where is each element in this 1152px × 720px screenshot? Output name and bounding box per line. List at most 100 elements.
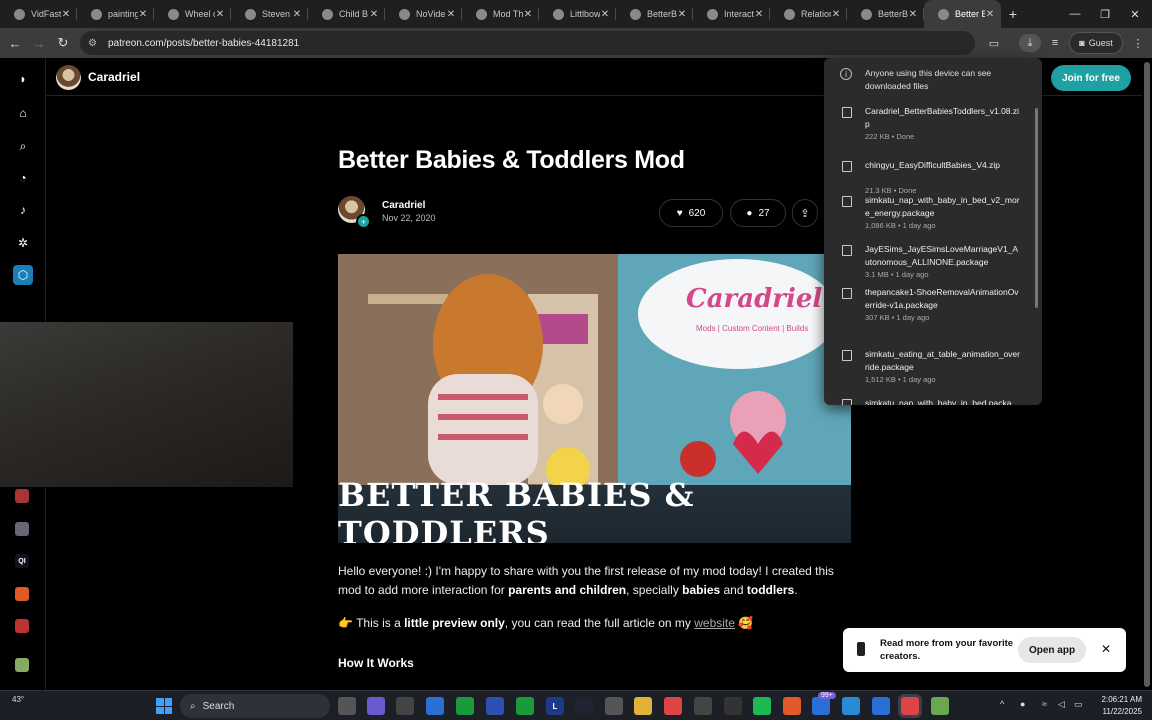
app-icon-c[interactable]	[486, 697, 504, 715]
tab-close-icon[interactable]: ✕	[61, 9, 71, 20]
task-view-icon[interactable]	[338, 697, 356, 715]
app-icon-f[interactable]	[724, 697, 742, 715]
tab-title: VidFast	[31, 9, 61, 19]
tab-close-icon[interactable]: ✕	[831, 9, 841, 20]
tab-9[interactable]: Interact ✕	[693, 0, 770, 28]
tab-11[interactable]: BetterB ✕	[847, 0, 924, 28]
steam-icon[interactable]	[575, 697, 593, 715]
tab-7[interactable]: Littlbow ✕	[539, 0, 616, 28]
comment-icon: ●	[746, 207, 753, 219]
weather-widget[interactable]: 43°	[12, 695, 24, 704]
tab-8[interactable]: BetterB ✕	[616, 0, 693, 28]
photos-icon[interactable]	[842, 697, 860, 715]
open-app-button[interactable]: Open app	[1018, 637, 1086, 663]
app-icon-6[interactable]	[15, 658, 29, 672]
close-icon[interactable]: ✕	[1098, 641, 1114, 657]
creator-avatar[interactable]	[56, 65, 81, 90]
mail-icon[interactable]	[812, 697, 830, 715]
follow-plus-icon[interactable]: +	[356, 214, 371, 229]
bell-icon[interactable]: ♪	[13, 200, 33, 220]
tab-close-icon[interactable]: ✕	[985, 9, 995, 20]
tab-5[interactable]: NoVide ✕	[385, 0, 462, 28]
media-icon[interactable]: ≡	[1045, 34, 1065, 52]
tab-12[interactable]: Better B ✕	[924, 0, 1001, 28]
close-window-button[interactable]: ✕	[1120, 0, 1150, 28]
clock[interactable]: 2:06:21 AM 11/22/2025	[1092, 694, 1142, 718]
page-scrollbar[interactable]	[1142, 58, 1152, 690]
tab-close-icon[interactable]: ✕	[292, 9, 302, 20]
tab-close-icon[interactable]: ✕	[754, 9, 764, 20]
menu-icon[interactable]: ⋮	[1128, 34, 1148, 52]
qi-app-icon[interactable]: QI	[15, 554, 29, 568]
chrome-icon-1[interactable]	[664, 697, 682, 715]
join-button[interactable]: Join for free	[1051, 65, 1131, 91]
settings-icon[interactable]: ✲	[13, 233, 33, 253]
tab-close-icon[interactable]: ✕	[138, 9, 148, 20]
app-icon-4[interactable]	[15, 587, 29, 601]
like-button[interactable]: ♥ 620	[659, 199, 723, 227]
cast-icon[interactable]: ▭	[984, 34, 1004, 52]
comment-button[interactable]: ● 27	[730, 199, 786, 227]
author-name[interactable]: Caradriel	[382, 200, 425, 211]
tab-close-icon[interactable]: ✕	[523, 9, 533, 20]
website-link[interactable]: website	[694, 616, 735, 630]
share-icon[interactable]: ⇪	[792, 199, 818, 227]
tab-0[interactable]: VidFast ✕	[0, 0, 77, 28]
app-icon-h[interactable]	[872, 697, 890, 715]
patreon-logo-icon[interactable]: ◗	[13, 69, 33, 89]
app-icon-2[interactable]	[15, 522, 29, 536]
volume-icon[interactable]: ◁	[1058, 699, 1065, 710]
chevron-up-icon[interactable]: ^	[1000, 699, 1004, 709]
tab-6[interactable]: Mod Th ✕	[462, 0, 539, 28]
downloads-scrollbar[interactable]	[1035, 108, 1038, 308]
address-bar[interactable]: ⚙ patreon.com/posts/better-babies-441812…	[80, 31, 975, 55]
tab-10[interactable]: Relation ✕	[770, 0, 847, 28]
search-icon[interactable]: ⌕	[13, 136, 33, 156]
folder-icon[interactable]	[634, 697, 652, 715]
new-tab-button[interactable]: +	[1001, 0, 1025, 28]
app-icon-5[interactable]	[15, 619, 29, 633]
download-icon[interactable]: ⤓	[1019, 34, 1041, 52]
app-icon-1[interactable]	[15, 489, 29, 503]
mic-icon[interactable]: ●	[1020, 699, 1025, 709]
app-icon-l[interactable]: L	[546, 697, 564, 715]
tab-close-icon[interactable]: ✕	[369, 9, 379, 20]
tab-1[interactable]: painting ✕	[77, 0, 154, 28]
tab-favicon-icon	[476, 8, 487, 20]
creator-app-icon[interactable]: ⬡	[13, 265, 33, 285]
chat-icon[interactable]: ◔	[13, 168, 33, 188]
tab-close-icon[interactable]: ✕	[908, 9, 918, 20]
app-icon-b[interactable]	[456, 697, 474, 715]
spotify-icon[interactable]	[753, 697, 771, 715]
tab-close-icon[interactable]: ✕	[446, 9, 456, 20]
tab-close-icon[interactable]: ✕	[600, 9, 610, 20]
scroll-thumb[interactable]	[1144, 62, 1150, 687]
site-info-icon[interactable]: ⚙	[88, 38, 102, 49]
app-icon-d[interactable]	[516, 697, 534, 715]
maximize-button[interactable]: ❐	[1090, 0, 1120, 28]
camera-icon[interactable]	[605, 697, 623, 715]
app-icon-e[interactable]	[694, 697, 712, 715]
store-icon[interactable]	[396, 697, 414, 715]
back-icon[interactable]: ←	[6, 34, 24, 52]
forward-icon[interactable]: →	[30, 34, 48, 52]
tab-close-icon[interactable]: ✕	[215, 9, 225, 20]
app-icon-i[interactable]	[931, 697, 949, 715]
taskbar-search[interactable]: ⌕ Search	[180, 694, 330, 718]
reload-icon[interactable]: ↻	[54, 34, 72, 52]
tab-2[interactable]: Wheel of✕	[154, 0, 231, 28]
wifi-icon[interactable]: ≈	[1042, 699, 1047, 709]
app-icon-g[interactable]	[783, 697, 801, 715]
home-icon[interactable]: ⌂	[13, 103, 33, 123]
app-icon-a[interactable]	[426, 697, 444, 715]
tab-3[interactable]: Steven ✕	[231, 0, 308, 28]
tab-close-icon[interactable]: ✕	[677, 9, 687, 20]
tab-4[interactable]: Child B ✕	[308, 0, 385, 28]
minimize-button[interactable]: —	[1060, 0, 1090, 28]
start-button[interactable]	[156, 698, 172, 714]
copilot-icon[interactable]	[367, 697, 385, 715]
creator-name[interactable]: Caradriel	[88, 70, 140, 84]
profile-button[interactable]: ◙ Guest	[1069, 32, 1123, 54]
chrome-icon-active[interactable]	[901, 697, 919, 715]
battery-icon[interactable]: ▭	[1074, 699, 1083, 710]
